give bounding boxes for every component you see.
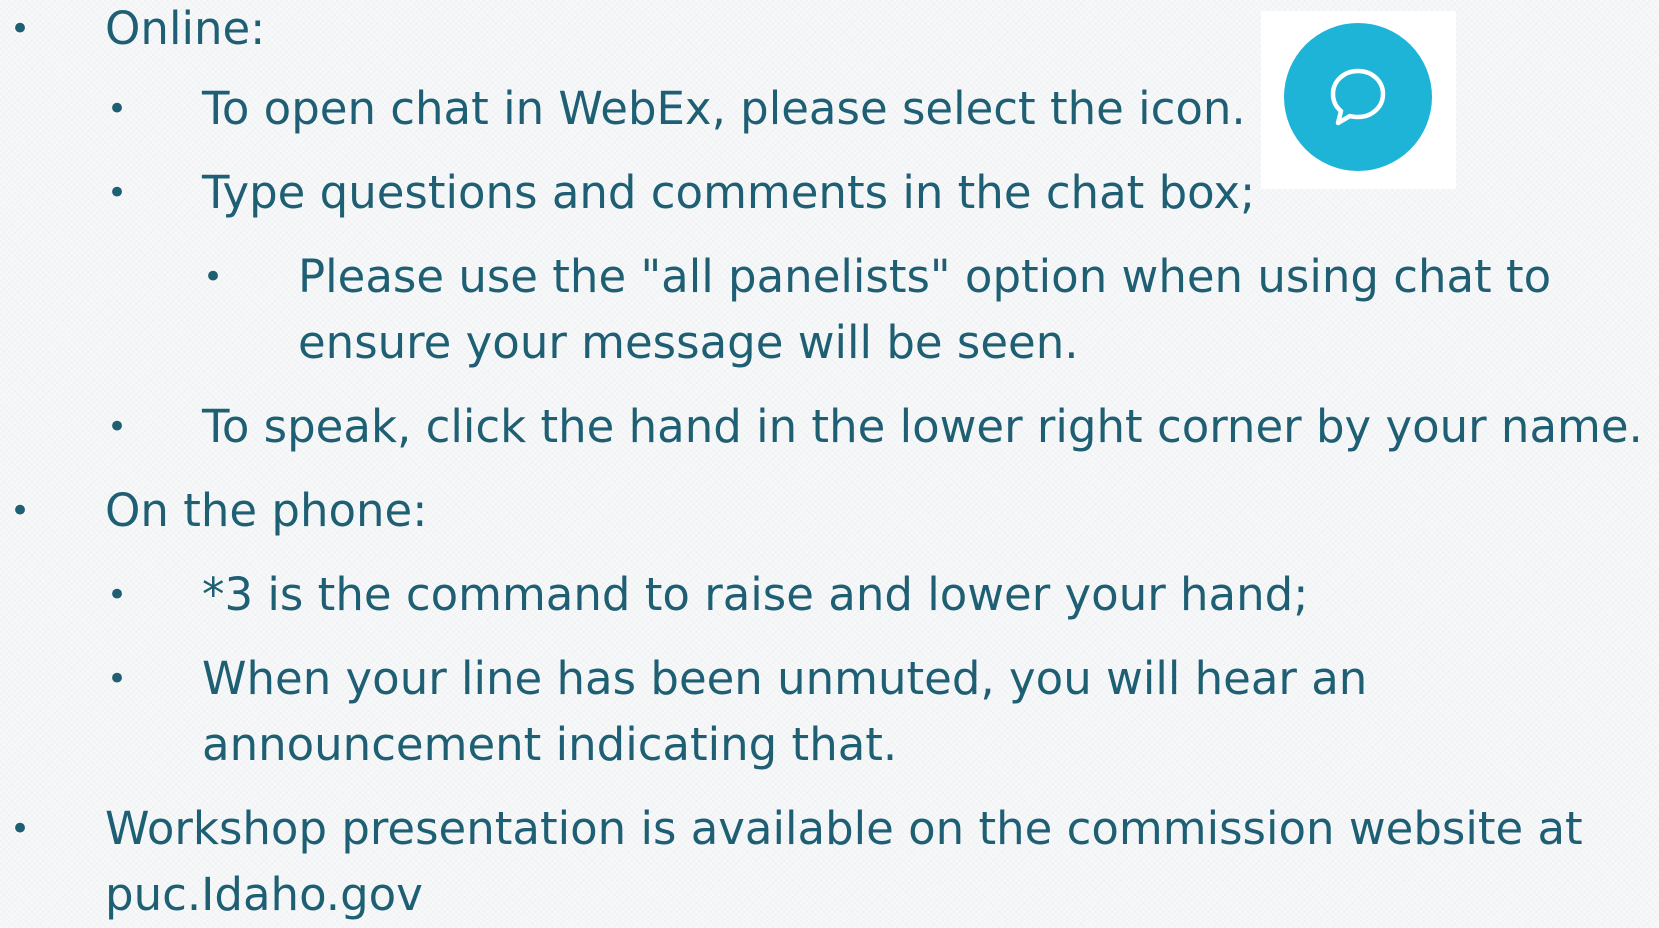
list-item-text: When your line has been unmuted, you wil… [202, 652, 1368, 705]
bullet-marker: • [10, 9, 31, 49]
list-item-text: announcement indicating that. [202, 718, 898, 771]
list-item-text: puc.Idaho.gov [105, 868, 423, 921]
list-item-text: Workshop presentation is available on th… [105, 802, 1583, 855]
chat-icon-button[interactable] [1284, 23, 1432, 171]
bullet-marker: • [107, 575, 128, 615]
bullet-marker: • [107, 659, 128, 699]
slide: • Online: • To open chat in WebEx, pleas… [0, 0, 1659, 921]
list-item-text: To open chat in WebEx, please select the… [202, 82, 1246, 135]
bullet-marker: • [10, 491, 31, 531]
bullet-marker: • [107, 89, 128, 129]
list-item-text: Online: [105, 2, 266, 55]
bullet-marker: • [107, 407, 128, 447]
chat-bubble-icon [1330, 68, 1386, 126]
bullet-marker: • [203, 257, 224, 297]
list-item-text: *3 is the command to raise and lower you… [202, 568, 1309, 621]
bullet-marker: • [10, 809, 31, 849]
bullet-marker: • [107, 173, 128, 213]
list-item-text: To speak, click the hand in the lower ri… [202, 400, 1643, 453]
list-item-text: Type questions and comments in the chat … [202, 166, 1256, 219]
chat-icon-panel [1261, 11, 1456, 189]
list-item-text: ensure your message will be seen. [298, 316, 1079, 369]
list-item-text: Please use the "all panelists" option wh… [298, 250, 1552, 303]
list-item-text: On the phone: [105, 484, 428, 537]
